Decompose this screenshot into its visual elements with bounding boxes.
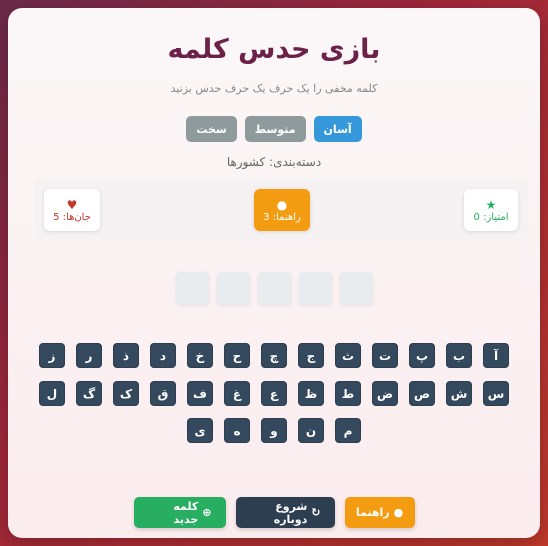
word-slots xyxy=(8,272,540,305)
keyboard-row-3: م ن و ه ی xyxy=(8,418,540,443)
key-nun[interactable]: ن xyxy=(298,418,324,443)
key-ghaf[interactable]: ق xyxy=(150,381,176,406)
key-kaf[interactable]: ک xyxy=(113,381,139,406)
key-ze[interactable]: ز xyxy=(39,343,65,368)
restart-button-label: شروع دوباره xyxy=(273,499,308,526)
plus-circle-icon: ⊕ xyxy=(202,506,212,519)
star-icon: ★ xyxy=(485,197,497,212)
key-sad[interactable]: ص xyxy=(409,381,435,406)
lightbulb-icon: ● xyxy=(276,197,288,212)
restart-button[interactable]: ↻ شروع دوباره xyxy=(235,497,335,528)
key-zad[interactable]: ض xyxy=(372,381,398,406)
key-he[interactable]: ه xyxy=(224,418,250,443)
key-lam[interactable]: ل xyxy=(39,381,65,406)
key-pe[interactable]: پ xyxy=(409,343,435,368)
page-title: بازی حدس کلمه xyxy=(167,34,381,65)
hint-button[interactable]: ● راهنما xyxy=(344,497,415,528)
score-label: امتیاز: 0 xyxy=(473,211,509,223)
key-dal[interactable]: د xyxy=(150,343,176,368)
key-he-jimi[interactable]: ح xyxy=(224,343,250,368)
difficulty-selector: آسان متوسط سخت xyxy=(8,116,540,142)
hint-button-label: راهنما xyxy=(355,506,390,519)
key-ye[interactable]: ی xyxy=(187,418,213,443)
key-khe[interactable]: خ xyxy=(187,343,213,368)
key-vav[interactable]: و xyxy=(261,418,287,443)
refresh-icon: ↻ xyxy=(311,506,321,519)
letter-slot xyxy=(257,272,291,305)
letter-slot xyxy=(339,272,373,305)
page-subtitle: کلمه مخفی را یک حرف یک حرف حدس بزنید xyxy=(170,82,378,95)
key-zal[interactable]: ذ xyxy=(113,343,139,368)
stats-panel: ★ امتیاز: 0 ● راهنما: 3 ♥ جان‌ها: 5 xyxy=(34,179,528,241)
action-buttons: ● راهنما ↻ شروع دوباره ⊕ کلمه جدید xyxy=(8,497,540,528)
key-se[interactable]: ث xyxy=(335,343,361,368)
difficulty-medium-button[interactable]: متوسط xyxy=(244,116,306,142)
key-re[interactable]: ر xyxy=(76,343,102,368)
key-mim[interactable]: م xyxy=(335,418,361,443)
key-jim[interactable]: ج xyxy=(298,343,324,368)
key-sin[interactable]: س xyxy=(483,381,509,406)
key-fe[interactable]: ف xyxy=(187,381,213,406)
key-shin[interactable]: ش xyxy=(446,381,472,406)
hints-stat: ● راهنما: 3 xyxy=(254,189,310,231)
difficulty-hard-button[interactable]: سخت xyxy=(186,116,237,142)
key-alef-madda[interactable]: آ xyxy=(483,343,509,368)
key-gaf[interactable]: گ xyxy=(76,381,102,406)
key-ta[interactable]: ط xyxy=(335,381,361,406)
category-label: دسته‌بندی: کشورها xyxy=(226,155,322,169)
key-za[interactable]: ظ xyxy=(298,381,324,406)
key-te[interactable]: ت xyxy=(372,343,398,368)
keyboard-row-2: س ش ص ض ط ظ ع غ ف ق ک گ ل xyxy=(8,381,540,406)
letter-slot xyxy=(298,272,332,305)
lightbulb-icon: ● xyxy=(393,506,404,519)
difficulty-easy-button[interactable]: آسان xyxy=(313,116,362,142)
game-card: بازی حدس کلمه کلمه مخفی را یک حرف یک حرف… xyxy=(8,8,540,538)
key-ghein[interactable]: غ xyxy=(224,381,250,406)
lives-stat: ♥ جان‌ها: 5 xyxy=(44,189,100,231)
key-ein[interactable]: ع xyxy=(261,381,287,406)
letter-slot xyxy=(175,272,209,305)
keyboard-row-1: آ ب پ ت ث ج چ ح خ د ذ ر ز xyxy=(8,343,540,368)
hints-label: راهنما: 3 xyxy=(263,211,301,223)
key-che[interactable]: چ xyxy=(261,343,287,368)
new-word-button-label: کلمه جدید xyxy=(173,499,199,526)
letter-slot xyxy=(216,272,250,305)
score-stat: ★ امتیاز: 0 xyxy=(464,189,518,231)
new-word-button[interactable]: ⊕ کلمه جدید xyxy=(133,497,226,528)
key-be[interactable]: ب xyxy=(446,343,472,368)
lives-label: جان‌ها: 5 xyxy=(53,211,91,223)
heart-icon: ♥ xyxy=(66,197,78,212)
